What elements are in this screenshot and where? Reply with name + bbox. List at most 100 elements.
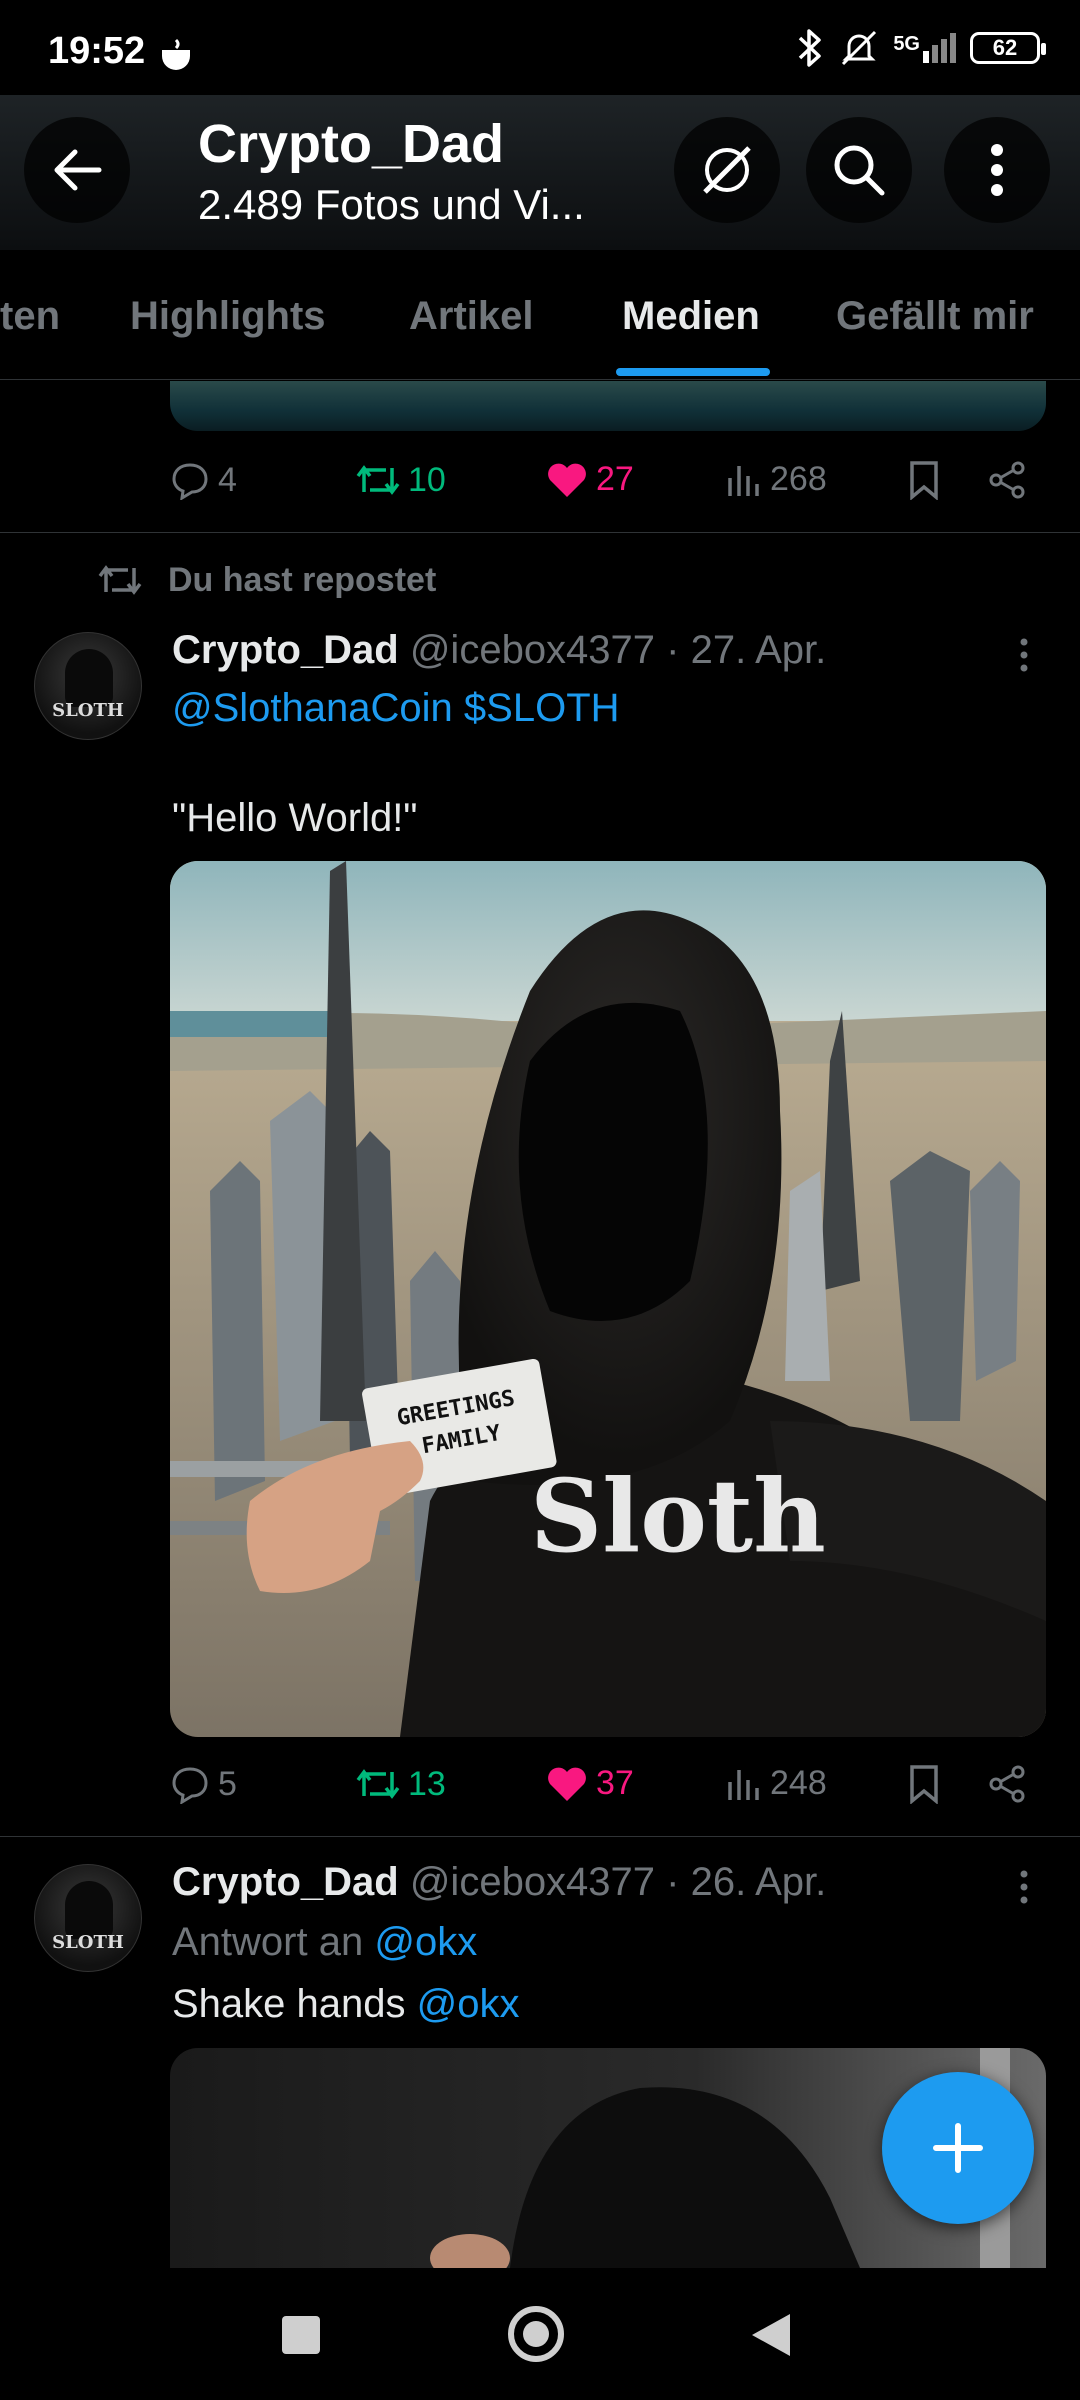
reply-context: Antwort an @okx <box>172 1920 477 1965</box>
tweet-more-icon[interactable] <box>1014 636 1034 676</box>
retweet-button[interactable]: 10 <box>356 460 446 500</box>
views-count: 248 <box>770 1764 827 1802</box>
back-arrow-icon <box>54 149 102 191</box>
views-chart-icon <box>728 1769 759 1800</box>
grok-icon <box>703 146 751 194</box>
tweet-text-prefix: Shake hands <box>172 1982 406 2026</box>
search-icon <box>834 145 885 196</box>
recent-apps-button[interactable] <box>282 2316 320 2354</box>
coffee-icon <box>162 38 190 70</box>
hoodie-text: Sloth <box>530 1457 826 1575</box>
more-button[interactable] <box>944 117 1050 223</box>
home-dot-icon <box>523 2321 549 2347</box>
bluetooth-icon <box>799 29 822 67</box>
system-nav-bar <box>0 2268 1080 2400</box>
tweet-mentions: @SlothanaCoin $SLOTH <box>172 686 620 731</box>
network-label: 5G <box>893 33 920 55</box>
active-tab-indicator <box>616 368 770 376</box>
reply-button[interactable]: 4 <box>170 460 237 500</box>
home-button[interactable] <box>508 2306 564 2362</box>
media-count: 2.489 Fotos und Vi... <box>198 181 585 228</box>
share-icon <box>989 461 1025 499</box>
battery-level: 62 <box>992 35 1018 60</box>
heart-icon <box>548 1767 586 1801</box>
tab-articles[interactable]: Artikel <box>409 294 534 339</box>
tweet-actions: 5 13 37 248 <box>170 1756 1030 1816</box>
author-name[interactable]: Crypto_Dad <box>172 628 399 672</box>
back-triangle-icon[interactable] <box>750 2312 792 2358</box>
bookmark-button[interactable] <box>908 460 940 500</box>
like-button[interactable]: 27 <box>546 460 634 499</box>
like-count: 27 <box>596 460 634 498</box>
like-button[interactable]: 37 <box>546 1764 634 1803</box>
reply-prefix: Antwort an <box>172 1920 364 1964</box>
author-meta: @icebox4377 · 26. Apr. <box>409 1860 827 1904</box>
reply-to-link[interactable]: @okx <box>374 1920 477 1964</box>
tweet-divider <box>0 1836 1080 1837</box>
profile-tabs: ten Highlights Artikel Medien Gefällt mi… <box>0 250 1080 380</box>
signal-icon: 5G <box>893 33 956 63</box>
post-image[interactable]: Sloth GREETINGSFAMILY <box>170 861 1046 1737</box>
profile-name: Crypto_Dad <box>198 114 505 174</box>
post-image-partial[interactable] <box>170 381 1046 431</box>
tab-posts[interactable]: ten <box>0 294 60 339</box>
mention-link[interactable]: @okx <box>417 1982 520 2026</box>
repost-indicator: Du hast repostet <box>98 560 436 600</box>
plus-icon <box>933 2123 983 2173</box>
status-icons: 5G 62 <box>795 28 1046 68</box>
tweet-text: "Hello World!" <box>172 796 418 840</box>
reply-button[interactable]: 5 <box>170 1764 237 1804</box>
hooded-figure-image: Sloth GREETINGSFAMILY <box>170 861 1046 1737</box>
tweet-header: Crypto_Dad @icebox4377 · 26. Apr. <box>172 1860 826 1905</box>
mention-link[interactable]: @SlothanaCoin <box>172 686 453 730</box>
bookmark-icon <box>910 461 938 500</box>
tweet-more-icon[interactable] <box>1014 1868 1034 1908</box>
author-name[interactable]: Crypto_Dad <box>172 1860 399 1904</box>
reply-count: 4 <box>218 460 237 499</box>
tab-highlights[interactable]: Highlights <box>130 294 326 339</box>
profile-header: Crypto_Dad 2.489 Fotos und Vi... <box>0 95 1080 250</box>
status-time: 19:52 <box>48 30 146 72</box>
bookmark-button[interactable] <box>908 1764 940 1804</box>
share-button[interactable] <box>988 460 1028 500</box>
avatar[interactable]: SLOTH <box>34 632 142 740</box>
tab-likes[interactable]: Gefällt mir <box>836 294 1034 339</box>
author-meta: @icebox4377 · 27. Apr. <box>409 628 827 672</box>
share-icon <box>989 1765 1025 1803</box>
tweet-divider <box>0 532 1080 533</box>
back-button[interactable] <box>24 117 130 223</box>
tweet-actions: 4 10 27 268 <box>170 452 1030 512</box>
views-button[interactable]: 248 <box>726 1764 827 1803</box>
bookmark-icon <box>910 1765 938 1804</box>
status-bar: 19:52 5G 62 <box>0 0 1080 100</box>
share-button[interactable] <box>988 1764 1028 1804</box>
heart-icon <box>548 463 586 497</box>
grok-button[interactable] <box>674 117 780 223</box>
reply-icon <box>172 1767 208 1804</box>
views-chart-icon <box>728 465 759 496</box>
repost-label: Du hast repostet <box>168 560 437 599</box>
more-vertical-icon <box>991 144 1003 196</box>
avatar[interactable]: SLOTH <box>34 1864 142 1972</box>
retweet-button[interactable]: 13 <box>356 1764 446 1804</box>
retweet-count: 10 <box>408 460 446 499</box>
cashtag-link[interactable]: $SLOTH <box>464 686 620 730</box>
reply-icon <box>172 463 208 500</box>
views-count: 268 <box>770 460 827 498</box>
tweet-header: Crypto_Dad @icebox4377 · 27. Apr. <box>172 628 826 673</box>
search-button[interactable] <box>806 117 912 223</box>
tweet-text: Shake hands @okx <box>172 1982 520 2027</box>
repost-icon <box>98 565 142 595</box>
mute-bell-icon <box>842 30 877 66</box>
retweet-icon <box>356 465 400 495</box>
views-button[interactable]: 268 <box>726 460 827 499</box>
avatar-text: SLOTH <box>52 700 124 721</box>
compose-button[interactable] <box>882 2072 1034 2224</box>
reply-count: 5 <box>218 1764 237 1803</box>
like-count: 37 <box>596 1764 634 1802</box>
retweet-count: 13 <box>408 1764 446 1803</box>
retweet-icon <box>356 1769 400 1799</box>
tab-media[interactable]: Medien <box>622 294 760 339</box>
battery-icon: 62 <box>970 32 1046 64</box>
avatar-text: SLOTH <box>52 1932 124 1953</box>
